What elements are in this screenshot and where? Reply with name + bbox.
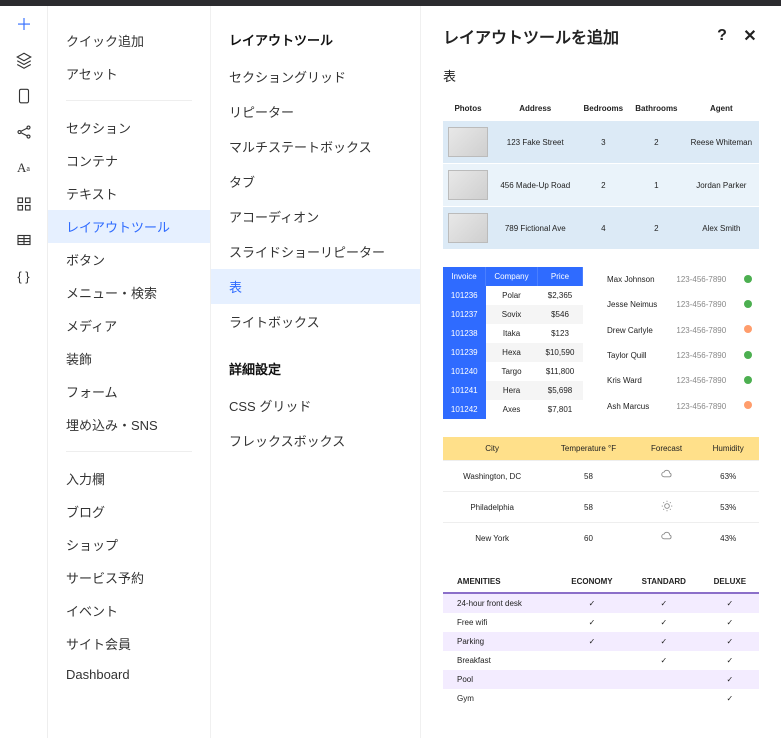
sub-repeater[interactable]: リピーター [211, 94, 420, 129]
sub-accordion[interactable]: アコーディオン [211, 199, 420, 234]
sub-section-grid[interactable]: セクショングリッド [211, 59, 420, 94]
cat-button[interactable]: ボタン [48, 243, 210, 276]
page-icon[interactable] [14, 86, 34, 106]
cat-menu-search[interactable]: メニュー・検索 [48, 276, 210, 309]
main-panel: レイアウトツールを追加 ? ✕ 表 Photos Address Bedroom… [420, 6, 781, 738]
category-panel: クイック追加 アセット セクション コンテナ テキスト レイアウトツール ボタン… [48, 6, 210, 738]
cat-blog[interactable]: ブログ [48, 495, 210, 528]
cat-embed-sns[interactable]: 埋め込み・SNS [48, 408, 210, 441]
cat-container[interactable]: コンテナ [48, 144, 210, 177]
table-icon[interactable] [14, 230, 34, 250]
table-preview-weather[interactable]: City Temperature °F Forecast Humidity Wa… [443, 437, 759, 553]
plus-icon[interactable] [14, 14, 34, 34]
table-preview-realestate[interactable]: Photos Address Bedrooms Bathrooms Agent … [443, 97, 759, 249]
cat-layout-tools[interactable]: レイアウトツール [48, 210, 210, 243]
cat-text[interactable]: テキスト [48, 177, 210, 210]
cat-shop[interactable]: ショップ [48, 528, 210, 561]
cat-form[interactable]: フォーム [48, 375, 210, 408]
cat-media[interactable]: メディア [48, 309, 210, 342]
text-a-icon[interactable]: Aa [14, 158, 34, 178]
cat-bookings[interactable]: サービス予約 [48, 561, 210, 594]
share-nodes-icon[interactable] [14, 122, 34, 142]
sub-multistate-box[interactable]: マルチステートボックス [211, 129, 420, 164]
sub-heading-advanced: 詳細設定 [211, 353, 420, 388]
sub-tabs[interactable]: タブ [211, 164, 420, 199]
cat-input[interactable]: 入力欄 [48, 462, 210, 495]
cat-assets[interactable]: アセット [48, 57, 210, 90]
cat-decorative[interactable]: 装飾 [48, 342, 210, 375]
section-label-table: 表 [443, 66, 759, 85]
sub-heading-layout: レイアウトツール [211, 24, 420, 59]
cat-quick-add[interactable]: クイック追加 [48, 24, 210, 57]
table-preview-invoices[interactable]: Invoice Company Price 101236Polar$2,3651… [443, 267, 583, 419]
sub-css-grid[interactable]: CSS グリッド [211, 388, 420, 423]
sub-slideshow-repeater[interactable]: スライドショーリピーター [211, 234, 420, 269]
apps-grid-icon[interactable] [14, 194, 34, 214]
close-icon[interactable]: ✕ [741, 27, 759, 45]
table-preview-amenities[interactable]: AMENITIES ECONOMY STANDARD DELUXE 24-hou… [443, 571, 759, 708]
sub-lightbox[interactable]: ライトボックス [211, 304, 420, 339]
help-icon[interactable]: ? [713, 27, 731, 45]
sub-flexbox[interactable]: フレックスボックス [211, 423, 420, 458]
table-preview-contacts[interactable]: Max Johnson123-456-7890Jesse Neimus123-4… [597, 267, 759, 419]
braces-icon[interactable]: { } [14, 266, 34, 286]
layers-icon[interactable] [14, 50, 34, 70]
sub-table[interactable]: 表 [211, 269, 420, 304]
cat-section[interactable]: セクション [48, 111, 210, 144]
left-iconbar: Aa { } [0, 6, 48, 738]
cat-events[interactable]: イベント [48, 594, 210, 627]
cat-members[interactable]: サイト会員 [48, 627, 210, 660]
main-title: レイアウトツールを追加 [443, 24, 619, 48]
subcategory-panel: レイアウトツール セクショングリッド リピーター マルチステートボックス タブ … [210, 6, 420, 738]
cat-dashboard[interactable]: Dashboard [48, 660, 210, 689]
